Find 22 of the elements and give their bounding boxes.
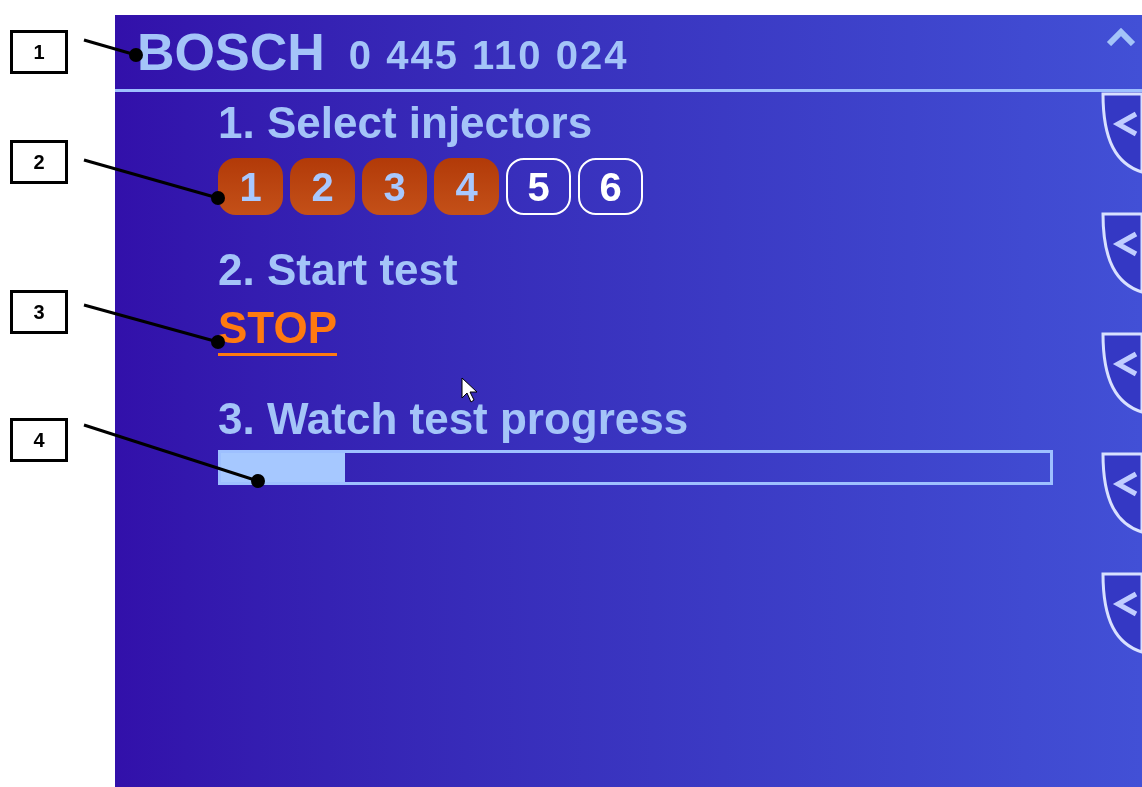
callout-label: 2	[10, 140, 68, 184]
side-tab[interactable]	[1100, 332, 1142, 414]
cursor-icon	[461, 377, 478, 403]
side-tab[interactable]	[1100, 92, 1142, 174]
callout-label: 1	[10, 30, 68, 74]
side-tab[interactable]	[1100, 452, 1142, 534]
side-tab[interactable]	[1100, 572, 1142, 654]
chevron-up-icon[interactable]	[1106, 28, 1136, 46]
step-title: 1. Select injectors	[218, 98, 594, 148]
injector-button[interactable]: 2	[290, 158, 355, 215]
injector-button[interactable]: 4	[434, 158, 499, 215]
brand-title: BOSCH	[137, 26, 325, 78]
part-number: 0 445 110 024	[348, 35, 629, 75]
injector-button[interactable]: 5	[506, 158, 571, 215]
callout-label: 4	[10, 418, 68, 462]
injector-button[interactable]: 1	[218, 158, 283, 215]
callout-label: 3	[10, 290, 68, 334]
step-title: 2. Start test	[218, 245, 459, 295]
injector-button[interactable]: 6	[578, 158, 643, 215]
step-title: 3. Watch test progress	[218, 394, 690, 444]
side-tab[interactable]	[1100, 212, 1142, 294]
injector-button[interactable]: 3	[362, 158, 427, 215]
